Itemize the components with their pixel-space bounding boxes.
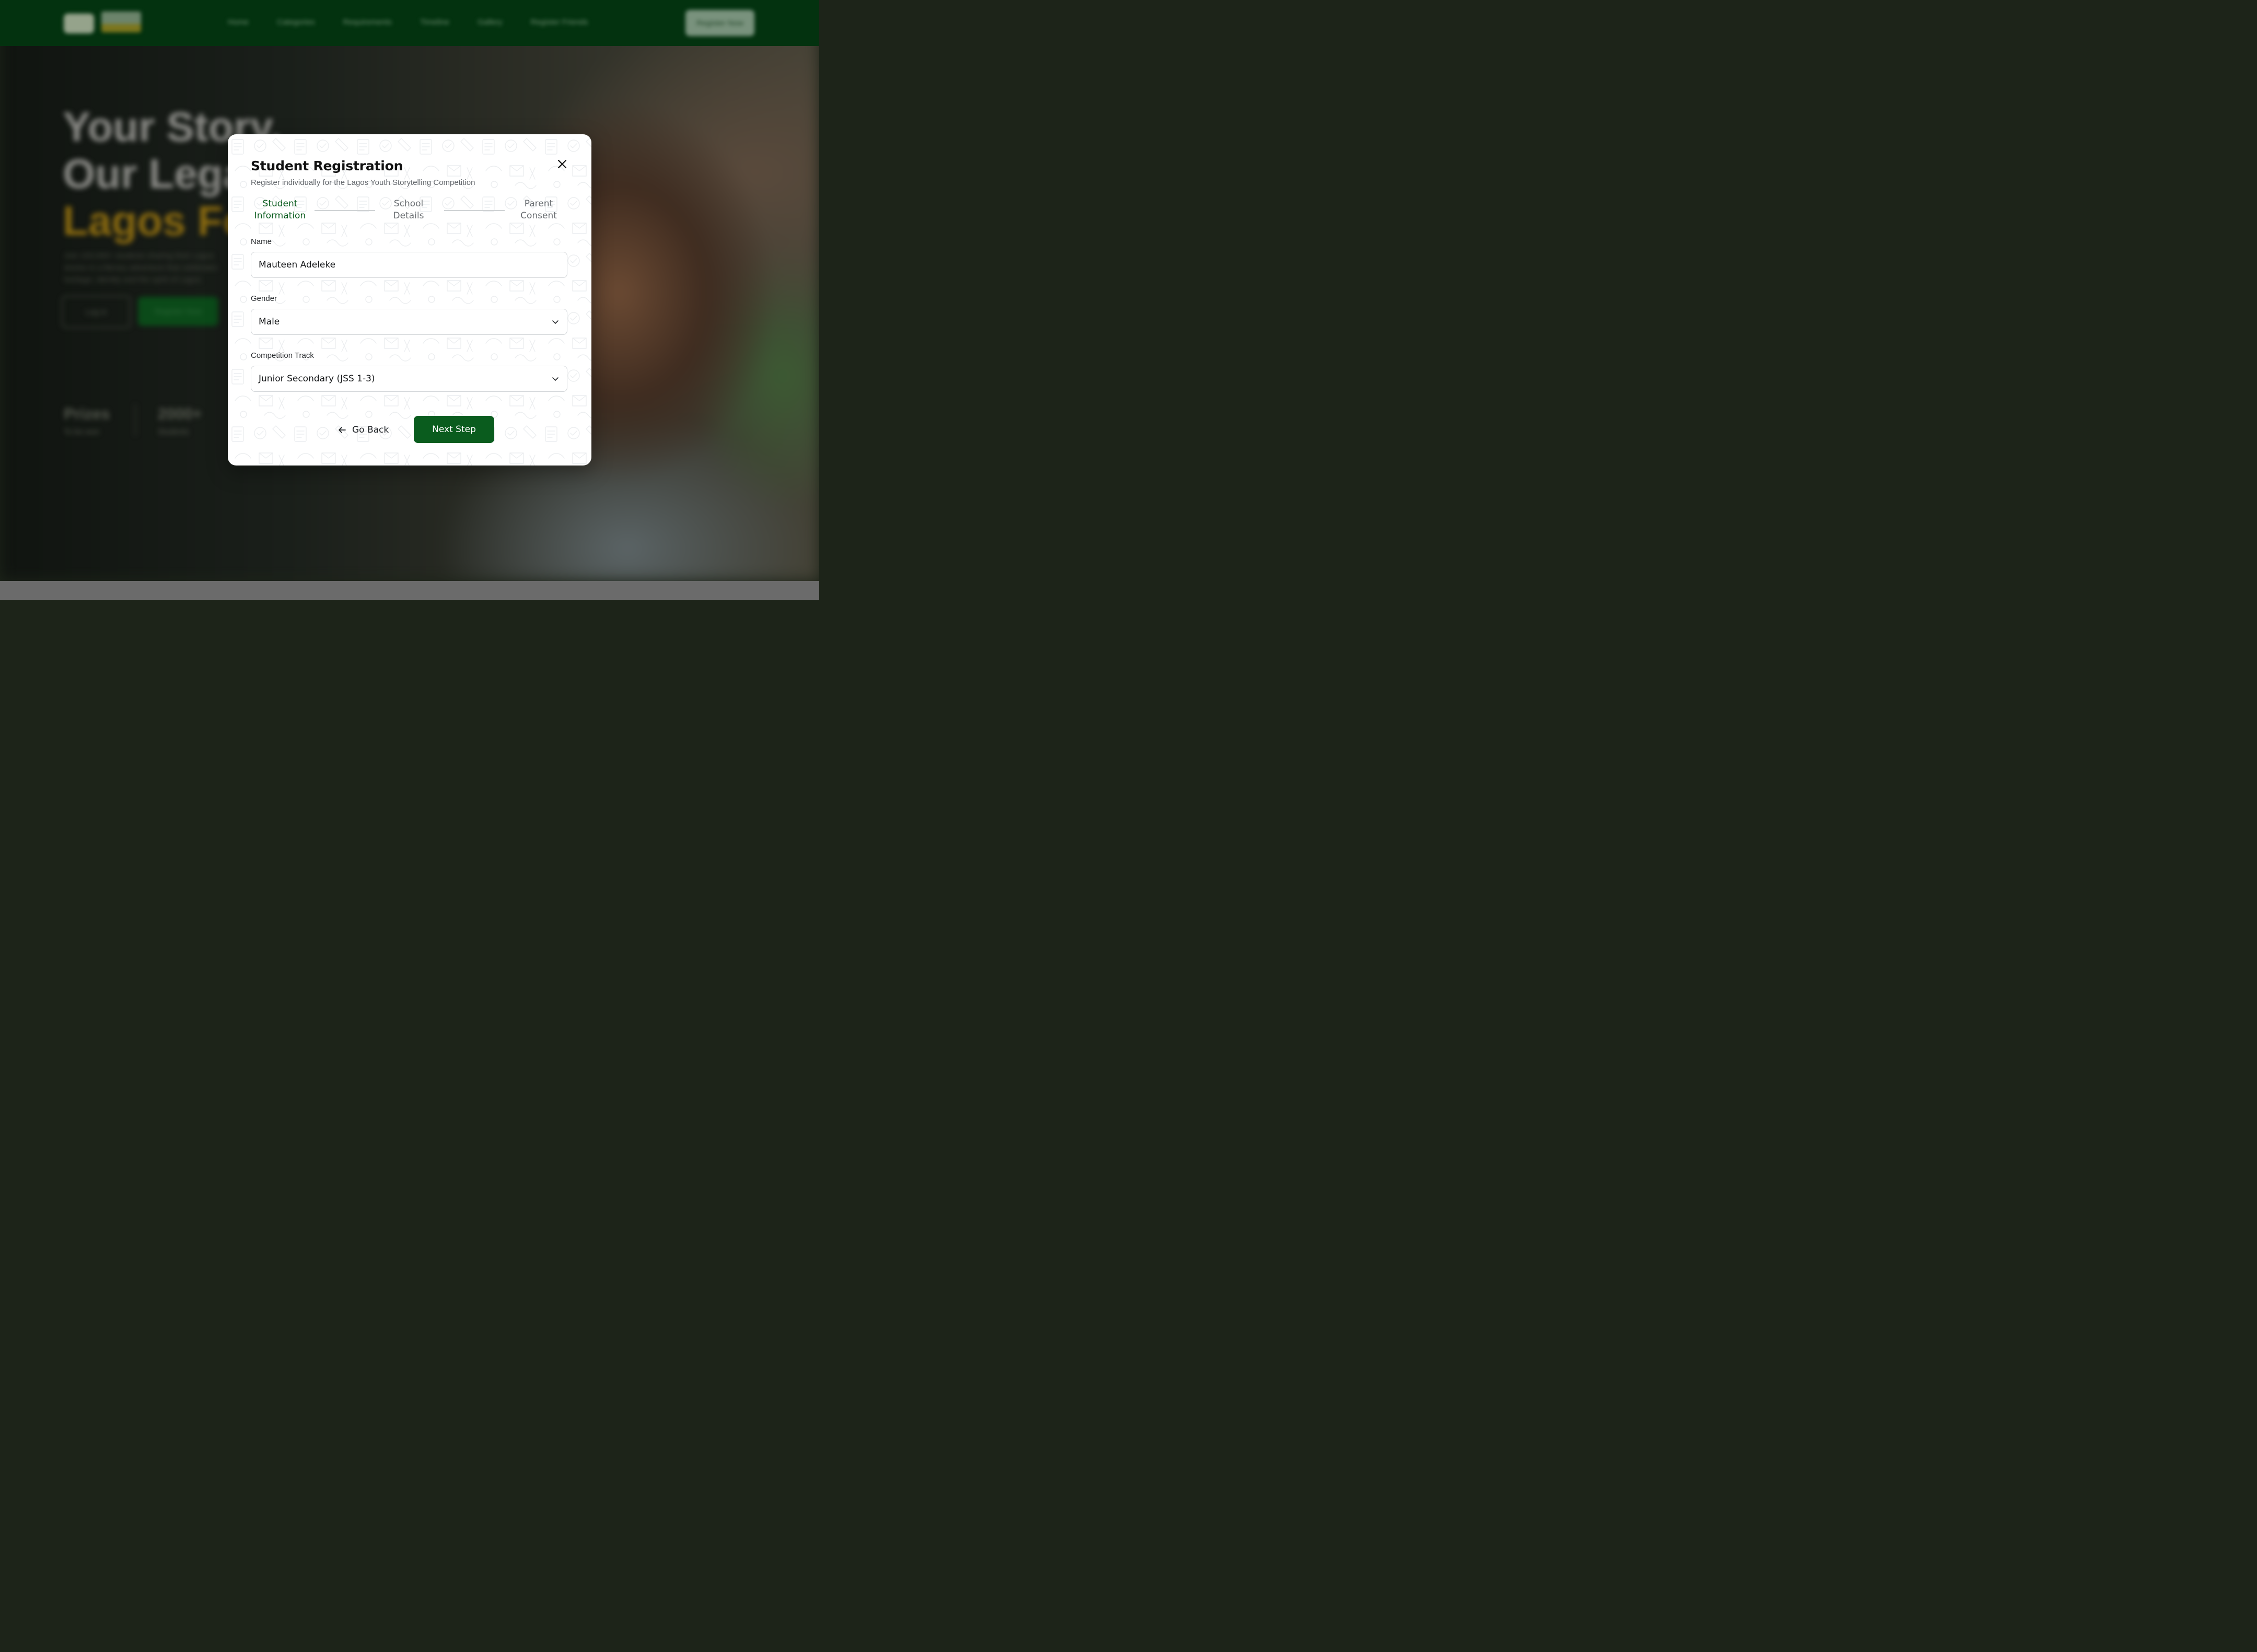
hero-register-button[interactable]: Register Now	[138, 297, 218, 326]
next-step-button[interactable]: Next Step	[414, 416, 494, 443]
go-back-label: Go Back	[352, 425, 389, 435]
stat-label: Students	[158, 427, 189, 436]
competition-track-select-value: Junior Secondary (JSS 1-3)	[259, 374, 375, 384]
gender-select-value: Male	[259, 317, 280, 327]
step-connector-1	[315, 210, 375, 211]
competition-track-select[interactable]: Junior Secondary (JSS 1-3)	[251, 366, 567, 392]
step-label-line-2: Consent	[520, 211, 557, 221]
chevron-down-icon	[551, 318, 560, 326]
go-back-button[interactable]: Go Back	[338, 416, 389, 444]
step-label-line-2: Information	[254, 211, 306, 221]
close-icon	[557, 159, 567, 169]
arrow-left-icon	[339, 427, 346, 433]
stat-divider	[135, 404, 136, 436]
gender-select[interactable]: Male	[251, 309, 567, 335]
modal-title: Student Registration	[251, 158, 403, 173]
stat-prizes: Prizes To be won	[64, 405, 110, 436]
chevron-down-icon	[551, 375, 560, 383]
step-connector-2	[444, 210, 505, 211]
step-student-information[interactable]: Student Information	[251, 198, 309, 222]
next-step-label: Next Step	[432, 424, 476, 435]
registration-modal: Student Registration Register individual…	[228, 134, 591, 466]
hero-login-button[interactable]: Log in	[62, 296, 131, 328]
modal-subtitle: Register individually for the Lagos Yout…	[251, 178, 475, 187]
gender-label: Gender	[251, 294, 277, 303]
close-button[interactable]	[554, 156, 571, 172]
step-school-details[interactable]: School Details	[383, 198, 434, 222]
hero-paragraph: Join 100,000+ students sharing their Lag…	[64, 251, 218, 284]
step-label-line-2: Details	[393, 211, 424, 221]
step-parent-consent[interactable]: Parent Consent	[513, 198, 564, 222]
step-label-line-1: School	[393, 199, 424, 209]
competition-track-label: Competition Track	[251, 351, 314, 360]
step-label-line-1: Parent	[524, 199, 553, 209]
stat-value: 2000+	[158, 405, 202, 423]
stat-label: To be won	[64, 427, 100, 436]
name-input[interactable]: Mauteen Adeleke	[251, 252, 567, 278]
name-label: Name	[251, 237, 272, 246]
name-input-value: Mauteen Adeleke	[259, 260, 336, 270]
stat-value: Prizes	[64, 405, 110, 423]
stat-students: 2000+ Students	[158, 405, 202, 436]
step-label-line-1: Student	[262, 199, 298, 209]
